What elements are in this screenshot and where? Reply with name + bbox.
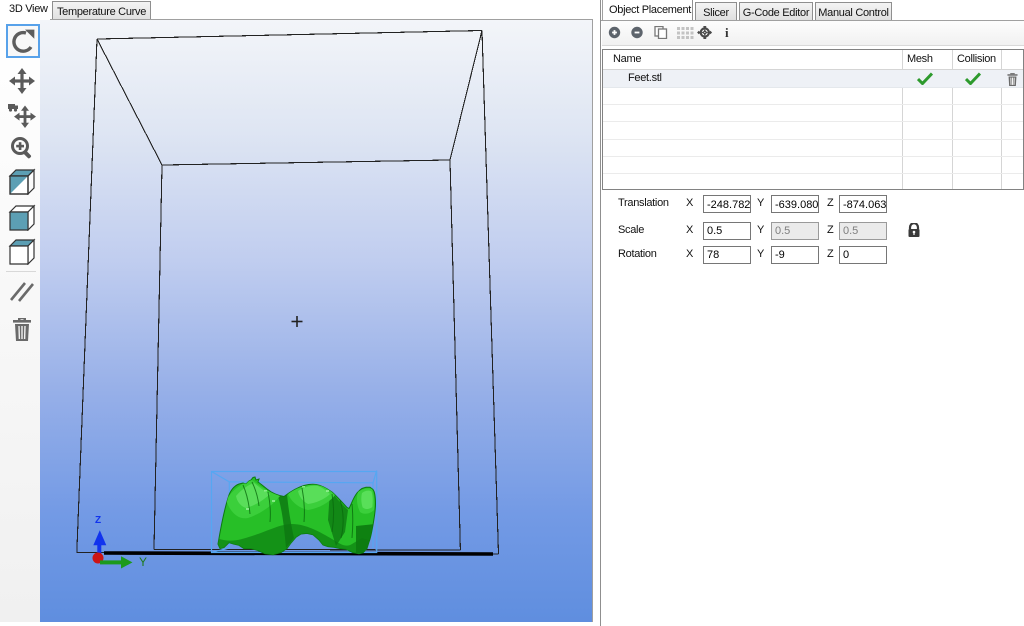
svg-text:i: i bbox=[725, 26, 729, 39]
svg-text:Y: Y bbox=[139, 555, 147, 569]
svg-text:Z: Z bbox=[95, 515, 101, 526]
